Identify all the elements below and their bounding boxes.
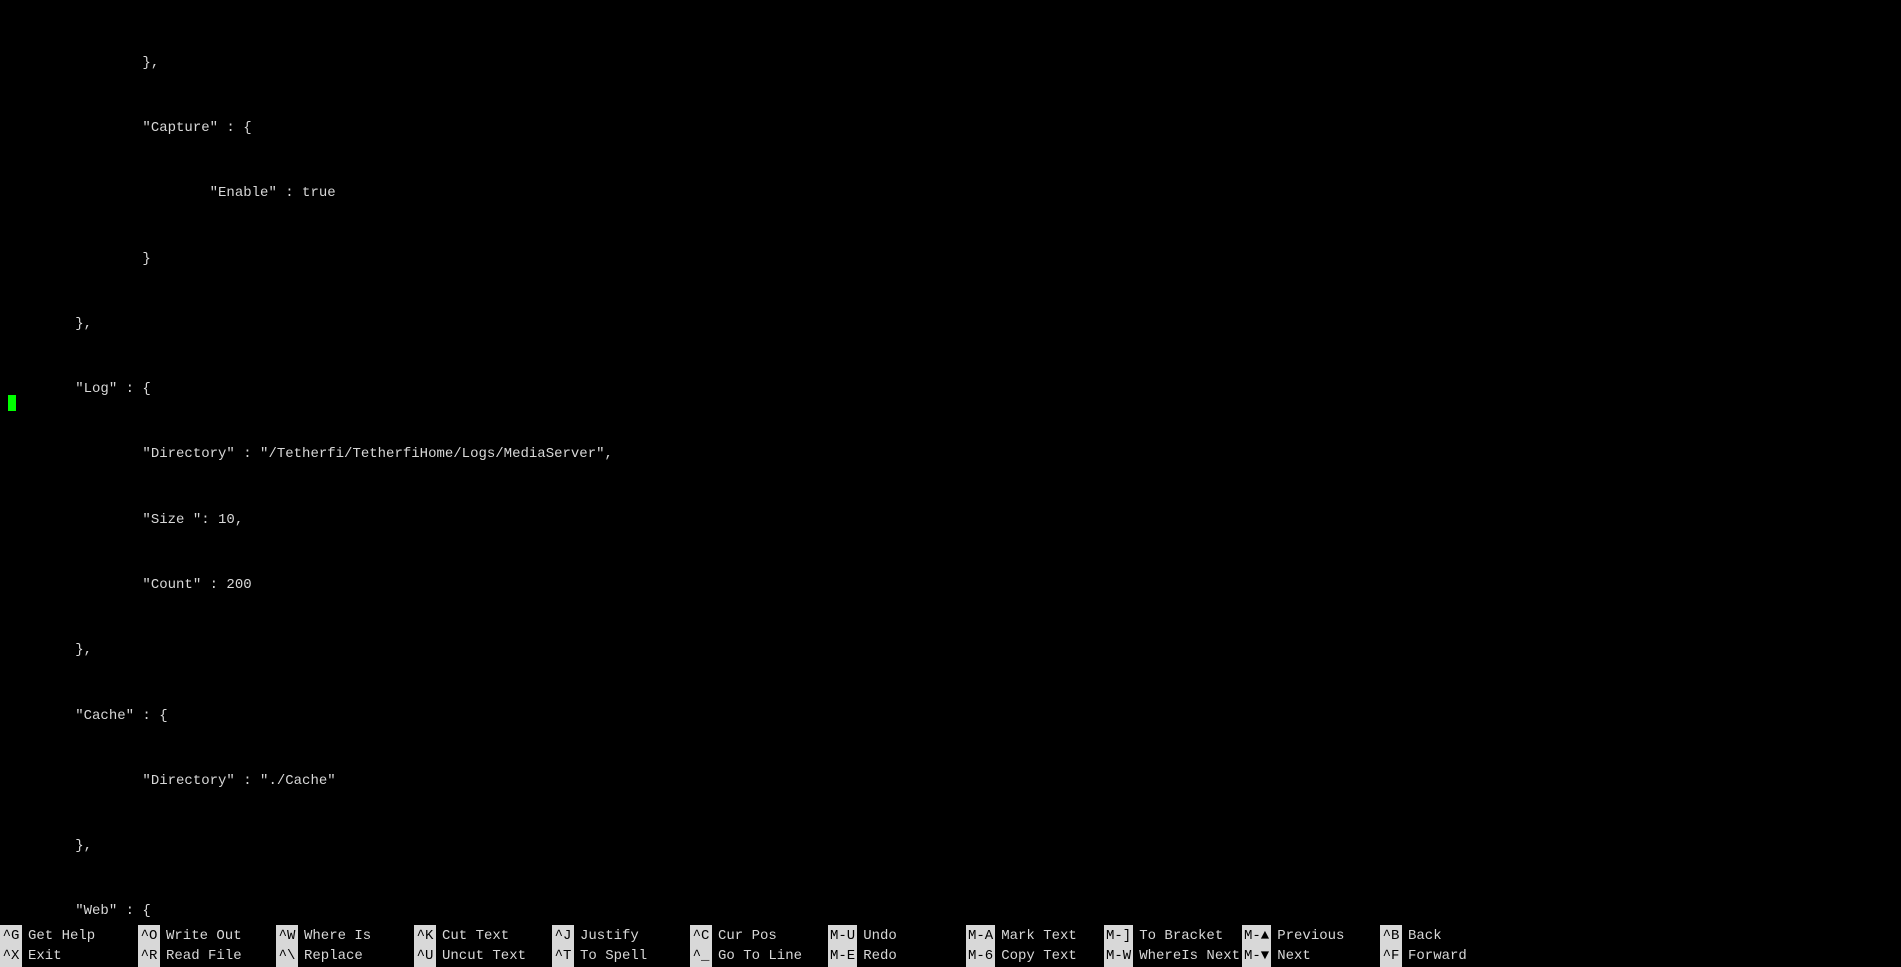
code-line: "Directory" : "./Cache" xyxy=(8,771,1901,792)
help-exit[interactable]: ^XExit xyxy=(0,945,138,967)
help-next[interactable]: M-▼Next xyxy=(1242,945,1380,967)
text-cursor xyxy=(8,395,16,411)
help-row-2: ^XExit ^RRead File ^\Replace ^UUncut Tex… xyxy=(0,946,1901,966)
help-uncut-text[interactable]: ^UUncut Text xyxy=(414,945,552,967)
help-read-file[interactable]: ^RRead File xyxy=(138,945,276,967)
help-row-1: ^GGet Help ^OWrite Out ^WWhere Is ^KCut … xyxy=(0,926,1901,946)
help-forward[interactable]: ^FForward xyxy=(1380,945,1518,967)
code-line: "Capture" : { xyxy=(8,118,1901,139)
code-line: }, xyxy=(8,314,1901,335)
help-to-spell[interactable]: ^TTo Spell xyxy=(552,945,690,967)
code-line: "Size ": 10, xyxy=(8,510,1901,531)
code-line: "Cache" : { xyxy=(8,706,1901,727)
code-line: "Log" : { xyxy=(8,379,1901,400)
help-copy-text[interactable]: M-6Copy Text xyxy=(966,945,1104,967)
code-line: }, xyxy=(8,53,1901,74)
code-line: "Directory" : "/Tetherfi/TetherfiHome/Lo… xyxy=(8,444,1901,465)
code-line: "Count" : 200 xyxy=(8,575,1901,596)
code-line: } xyxy=(8,249,1901,270)
code-line: }, xyxy=(8,836,1901,857)
code-line: }, xyxy=(8,640,1901,661)
help-whereis-next[interactable]: M-WWhereIs Next xyxy=(1104,945,1242,967)
editor-content[interactable]: }, "Capture" : { "Enable" : true } }, "L… xyxy=(0,0,1901,926)
help-bar: ^GGet Help ^OWrite Out ^WWhere Is ^KCut … xyxy=(0,926,1901,966)
help-go-to-line[interactable]: ^_Go To Line xyxy=(690,945,828,967)
code-line: "Enable" : true xyxy=(8,183,1901,204)
code-line: "Web" : { xyxy=(8,901,1901,922)
help-redo[interactable]: M-ERedo xyxy=(828,945,966,967)
help-replace[interactable]: ^\Replace xyxy=(276,945,414,967)
